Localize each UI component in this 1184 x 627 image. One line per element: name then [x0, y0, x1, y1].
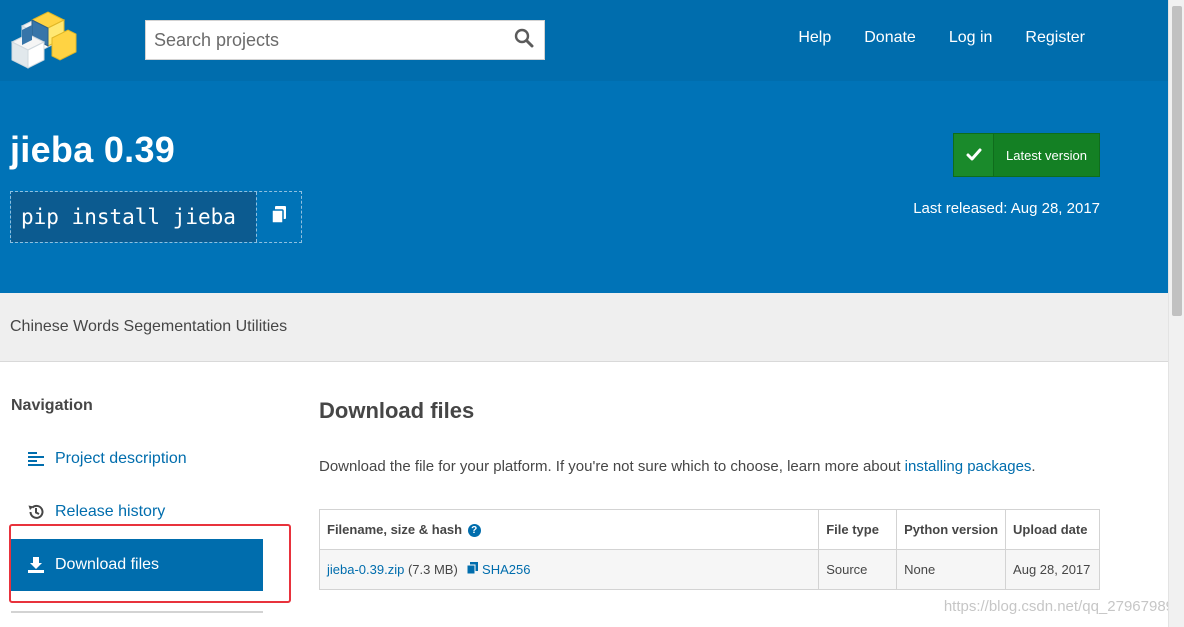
download-intro-end: . [1031, 458, 1036, 475]
donate-link[interactable]: Donate [864, 29, 916, 47]
package-summary: Chinese Words Segementation Utilities [10, 318, 288, 335]
search-icon [514, 28, 534, 53]
navigation-heading: Navigation [11, 397, 93, 414]
pypi-logo[interactable] [8, 8, 78, 70]
sidebar-item-project-description[interactable]: Project description [11, 433, 263, 485]
watermark-text: https://blog.csdn.net/qq_27967989 [943, 598, 1174, 615]
sidebar-divider [11, 611, 263, 613]
history-icon [27, 503, 45, 521]
download-intro: Download the file for your platform. If … [319, 458, 1036, 475]
table-row: jieba-0.39.zip (7.3 MB) SHA256 Source No… [318, 549, 1100, 590]
sidebar-item-label: Release history [55, 503, 166, 520]
help-link[interactable]: Help [798, 29, 831, 47]
download-files-heading: Download files [319, 398, 475, 423]
sha256-link[interactable]: SHA256 [466, 562, 530, 577]
column-header-file-type: File type [818, 509, 898, 550]
help-icon[interactable]: ? [467, 524, 481, 538]
check-icon [954, 134, 994, 176]
top-nav: Help Donate Log in Register [765, 29, 1085, 47]
sidebar-item-label: Project description [55, 450, 187, 467]
column-header-filename: Filename, size & hash ? [318, 509, 820, 550]
login-link[interactable]: Log in [949, 29, 993, 47]
package-summary-band: Chinese Words Segementation Utilities [0, 293, 1168, 362]
package-title: jieba 0.39 [10, 129, 176, 170]
search-box [145, 20, 545, 60]
scrollbar-thumb[interactable] [1172, 6, 1182, 316]
column-header-python-version: Python version [896, 509, 1007, 550]
sidebar-item-release-history[interactable]: Release history [11, 486, 263, 538]
copy-icon [270, 205, 288, 230]
installing-packages-link[interactable]: installing packages [905, 458, 1032, 475]
copy-hash-icon [466, 562, 479, 577]
sidebar-item-label: Download files [55, 556, 160, 573]
sidebar-item-download-files[interactable]: Download files [11, 539, 263, 591]
top-header: Help Donate Log in Register [0, 0, 1168, 81]
file-type-cell: Source [818, 549, 898, 590]
register-link[interactable]: Register [1025, 29, 1085, 47]
latest-version-badge[interactable]: Latest version [953, 133, 1100, 177]
search-button[interactable] [504, 21, 544, 59]
vertical-scrollbar[interactable] [1168, 0, 1184, 627]
file-download-link[interactable]: jieba-0.39.zip [327, 562, 404, 577]
download-icon [27, 556, 45, 574]
upload-date-cell: Aug 28, 2017 [1005, 549, 1100, 590]
pip-command[interactable]: pip install jieba [11, 192, 256, 242]
last-released: Last released: Aug 28, 2017 [913, 200, 1100, 217]
download-intro-text: Download the file for your platform. If … [319, 458, 905, 475]
pip-install-box: pip install jieba [10, 191, 302, 243]
copy-button[interactable] [256, 192, 301, 242]
search-input[interactable] [146, 21, 504, 59]
filename-cell: jieba-0.39.zip (7.3 MB) SHA256 [318, 549, 820, 590]
file-size: (7.3 MB) [407, 562, 458, 577]
package-header: jieba 0.39 pip install jieba Latest vers… [0, 81, 1168, 293]
column-header-upload-date: Upload date [1005, 509, 1100, 550]
latest-version-label: Latest version [1006, 147, 1087, 163]
align-left-icon [27, 450, 45, 468]
table-header-row: Filename, size & hash ? File type Python… [318, 509, 1100, 550]
files-table: Filename, size & hash ? File type Python… [318, 509, 1100, 590]
python-version-cell: None [896, 549, 1007, 590]
